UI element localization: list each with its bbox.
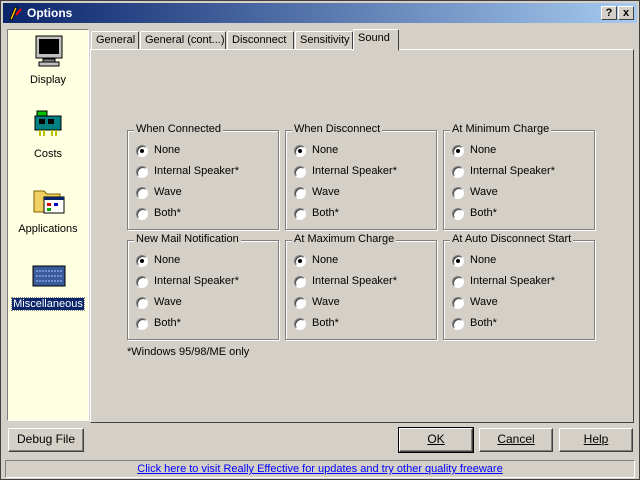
windows-only-note: *Windows 95/98/ME only (127, 346, 250, 358)
radio-label: Both* (470, 317, 497, 329)
radio-label: Both* (154, 317, 181, 329)
status-bar: Click here to visit Really Effective for… (5, 460, 635, 478)
sidebar-item-label: Display (29, 74, 67, 86)
tab-sound[interactable]: Sound (353, 29, 399, 51)
radio-dot[interactable] (294, 166, 306, 178)
radio-dot[interactable] (294, 297, 306, 309)
radio-dot[interactable] (136, 208, 148, 220)
radio-dot[interactable] (452, 297, 464, 309)
group-at-maximum-charge: At Maximum Charge None Internal Speaker*… (285, 233, 437, 340)
group-title: At Minimum Charge (450, 123, 552, 135)
group-title: At Auto Disconnect Start (450, 233, 574, 245)
radio-dot[interactable] (452, 318, 464, 330)
group-title: At Maximum Charge (292, 233, 397, 245)
radio-label: None (470, 144, 497, 156)
radio-label: Wave (470, 186, 498, 198)
group-when-disconnect: When Disconnect None Internal Speaker* W… (285, 123, 437, 230)
radio-label: Internal Speaker* (154, 165, 239, 177)
radio-dot[interactable] (452, 166, 464, 178)
radio-label: Wave (154, 186, 182, 198)
radio-label: Wave (312, 296, 340, 308)
radio-label: None (312, 254, 339, 266)
folder-applications-icon (33, 190, 65, 214)
radio-label: Wave (312, 186, 340, 198)
radio-dot[interactable] (452, 276, 464, 288)
radio-label: Both* (312, 207, 339, 219)
radio-label: Both* (470, 207, 497, 219)
tab-general-cont[interactable]: General (cont...) (140, 31, 226, 50)
radio-dot[interactable] (452, 187, 464, 199)
radio-label: None (470, 254, 497, 266)
group-new-mail-notification: New Mail Notification None Internal Spea… (127, 233, 279, 340)
sidebar-item-applications[interactable]: Applications (8, 183, 88, 253)
radio-dot[interactable] (452, 255, 464, 267)
radio-label: Internal Speaker* (312, 275, 397, 287)
tab-disconnect[interactable]: Disconnect (227, 31, 294, 50)
radio-dot[interactable] (136, 276, 148, 288)
window-title: Options (27, 6, 73, 20)
group-title: When Disconnect (292, 123, 383, 135)
radio-label: Wave (470, 296, 498, 308)
monitor-icon (35, 35, 63, 67)
radio-dot[interactable] (136, 318, 148, 330)
close-title-button[interactable]: x (618, 6, 634, 20)
sound-panel: When Connected None Internal Speaker* Wa… (90, 49, 634, 423)
radio-label: Both* (312, 317, 339, 329)
radio-label: Internal Speaker* (154, 275, 239, 287)
sidebar-item-label: Applications (18, 223, 78, 235)
ok-label: OK (427, 432, 445, 446)
group-when-connected: When Connected None Internal Speaker* Wa… (127, 123, 279, 230)
sidebar-item-miscellaneous[interactable]: Miscellaneous (8, 258, 88, 328)
group-title: New Mail Notification (134, 233, 241, 245)
radio-dot[interactable] (452, 145, 464, 157)
radio-label: Both* (154, 207, 181, 219)
cancel-button[interactable]: Cancel (479, 428, 553, 452)
radio-label: None (154, 144, 181, 156)
radio-dot[interactable] (294, 208, 306, 220)
radio-label: None (154, 254, 181, 266)
options-window: Options ? x Display Costs Applications M… (0, 0, 640, 480)
title-bar[interactable]: Options ? x (3, 3, 637, 23)
radio-dot[interactable] (452, 208, 464, 220)
group-at-minimum-charge: At Minimum Charge None Internal Speaker*… (443, 123, 595, 230)
app-logo-icon (9, 6, 22, 21)
radio-dot[interactable] (136, 297, 148, 309)
sidebar: Display Costs Applications Miscellaneous (7, 29, 89, 421)
help-button[interactable]: Help (559, 428, 633, 452)
tab-general[interactable]: General (91, 31, 139, 50)
radio-label: Wave (154, 296, 182, 308)
group-title: When Connected (134, 123, 223, 135)
radio-dot[interactable] (136, 187, 148, 199)
radio-dot[interactable] (294, 255, 306, 267)
radio-label: Internal Speaker* (470, 275, 555, 287)
radio-dot[interactable] (294, 318, 306, 330)
radio-label: Internal Speaker* (312, 165, 397, 177)
radio-label: None (312, 144, 339, 156)
ok-button[interactable]: OK (398, 427, 474, 453)
help-title-button[interactable]: ? (601, 6, 617, 20)
radio-dot[interactable] (294, 187, 306, 199)
help-label: Help (583, 432, 609, 446)
sidebar-item-costs[interactable]: Costs (8, 108, 88, 178)
group-at-auto-disconnect-start: At Auto Disconnect Start None Internal S… (443, 233, 595, 340)
radio-dot[interactable] (294, 276, 306, 288)
visit-website-link[interactable]: Click here to visit Really Effective for… (137, 463, 502, 475)
circuit-board-icon (34, 110, 62, 136)
radio-dot[interactable] (136, 145, 148, 157)
radio-label: Internal Speaker* (470, 165, 555, 177)
radio-dot[interactable] (136, 255, 148, 267)
cancel-label: Cancel (497, 432, 535, 446)
sidebar-item-label: Miscellaneous (11, 297, 85, 311)
debug-file-button[interactable]: Debug File (8, 428, 84, 452)
keyboard-icon (32, 265, 66, 287)
radio-dot[interactable] (136, 166, 148, 178)
radio-dot[interactable] (294, 145, 306, 157)
sidebar-item-label: Costs (33, 148, 63, 160)
sidebar-item-display[interactable]: Display (8, 34, 88, 104)
tab-sensitivity[interactable]: Sensitivity (295, 31, 353, 50)
